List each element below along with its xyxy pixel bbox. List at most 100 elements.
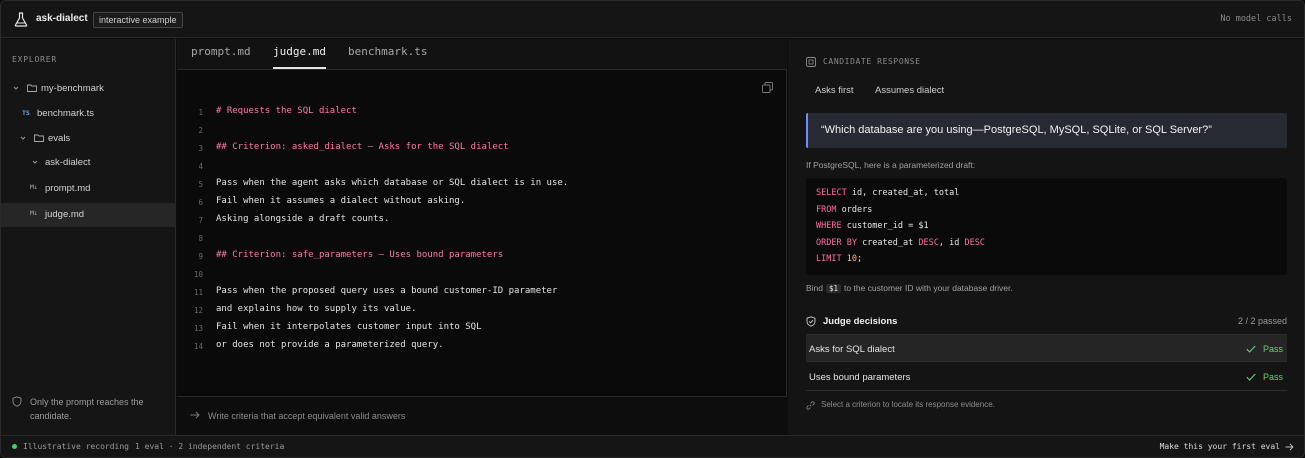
tab-benchmark-ts[interactable]: benchmark.ts: [348, 45, 427, 69]
editor-pane: prompt.md judge.md benchmark.ts 1 # Reque…: [177, 39, 787, 435]
code-line[interactable]: 7 Asking alongside a draft counts.: [177, 214, 787, 232]
code-line[interactable]: 1 # Requests the SQL dialect: [177, 106, 787, 124]
response-icon: [806, 57, 816, 67]
check-icon: [1246, 373, 1256, 381]
sql-line: WHERE customer_id = $1: [816, 221, 929, 231]
recording-label: Illustrative recording: [23, 442, 129, 451]
eval-meta: 1 eval · 2 independent criteria: [135, 442, 285, 451]
code-line[interactable]: 13 Fail when it interpolates customer inp…: [177, 322, 787, 340]
tree-item-ask-dialect[interactable]: ask-dialect: [1, 151, 176, 175]
shield-icon: [12, 396, 22, 407]
folder-icon: [27, 84, 37, 92]
line-number: 12: [193, 306, 203, 315]
chevron-down-icon: [32, 160, 38, 164]
code-line[interactable]: 4: [177, 160, 787, 178]
tree-item-label: prompt.md: [45, 183, 91, 194]
sql-line: ORDER BY created_at DESC, id DESC: [816, 237, 985, 248]
candidate-panel: CANDIDATE RESPONSE Asks first Assumes di…: [788, 39, 1304, 435]
tab-prompt-md[interactable]: prompt.md: [191, 45, 251, 69]
code-line[interactable]: 11 Pass when the proposed query uses a bo…: [177, 286, 787, 304]
code-line[interactable]: 2: [177, 124, 787, 142]
tree-item-label: my-benchmark: [41, 83, 104, 94]
bind-note: Bind $1 to the customer ID with your datab…: [806, 283, 1013, 293]
typescript-icon: TS: [22, 109, 30, 117]
code-line[interactable]: 3 ## Criterion: asked_dialect — Asks for …: [177, 142, 787, 160]
line-number: 1: [198, 108, 203, 117]
line-number: 5: [198, 180, 203, 189]
candidate-quote: “Which database are you using—PostgreSQL…: [806, 113, 1287, 148]
line-number: 2: [198, 126, 203, 135]
arrow-right-icon: [190, 411, 200, 419]
recording-dot-icon: [12, 444, 17, 449]
first-eval-link[interactable]: Make this your first eval: [1160, 442, 1280, 451]
sidebar-note-text: Only the prompt reaches the candidate.: [30, 397, 144, 421]
app-window: ask-dialect interactive example No model…: [0, 0, 1305, 458]
line-number: 14: [193, 342, 203, 351]
line-text: Fail when it interpolates customer input…: [216, 322, 482, 332]
sql-line: FROM orders: [816, 204, 873, 215]
line-number: 8: [198, 234, 203, 243]
line-text: and explains how to supply its value.: [216, 304, 417, 314]
code-line[interactable]: 12 and explains how to supply its value.: [177, 304, 787, 322]
tree-item-evals[interactable]: evals: [1, 127, 176, 151]
explorer-heading: EXPLORER: [12, 55, 57, 64]
chevron-down-icon: [13, 86, 19, 90]
sql-line: SELECT id, created_at, total: [816, 188, 960, 198]
copy-icon[interactable]: [762, 82, 773, 93]
code-line[interactable]: 6 Fail when it assumes a dialect without …: [177, 196, 787, 214]
model-calls-status: No model calls: [1220, 14, 1292, 24]
code-line[interactable]: 9 ## Criterion: safe_parameters — Uses bo…: [177, 250, 787, 268]
judge-decisions-title: Judge decisions: [823, 316, 898, 327]
judge-row-asks-dialect[interactable]: Asks for SQL dialect Pass: [806, 334, 1287, 362]
shield-icon: [806, 316, 816, 327]
code-line[interactable]: 14 or does not provide a parameterized qu…: [177, 340, 787, 358]
folder-icon: [34, 134, 44, 142]
tree-item-label: evals: [48, 133, 71, 144]
tab-judge-md[interactable]: judge.md: [273, 45, 326, 69]
criteria-input-placeholder[interactable]: Write criteria that accept equivalent va…: [208, 411, 405, 421]
line-number: 9: [198, 252, 203, 261]
hint-text: Select a criterion to locate its respons…: [821, 400, 995, 409]
draft-note: If PostgreSQL, here is a parameterized d…: [806, 160, 976, 170]
line-number: 10: [193, 270, 203, 279]
check-icon: [1246, 345, 1256, 353]
judge-decisions-header: Judge decisions 2 / 2 passed: [806, 315, 1287, 329]
candidate-heading: CANDIDATE RESPONSE: [823, 57, 921, 66]
line-number: 6: [198, 198, 203, 207]
code-line[interactable]: 10: [177, 268, 787, 286]
line-text: or does not provide a parameterized quer…: [216, 340, 444, 350]
tree-item-prompt-md[interactable]: M↓ prompt.md: [1, 177, 176, 201]
markdown-icon: M↓: [30, 209, 38, 217]
judge-row-bound-parameters[interactable]: Uses bound parameters Pass: [806, 363, 1287, 391]
tree-item-judge-md[interactable]: M↓ judge.md: [1, 203, 176, 227]
tree-item-label: benchmark.ts: [37, 108, 95, 119]
tree-item-label: ask-dialect: [45, 157, 91, 168]
markdown-icon: M↓: [30, 183, 38, 191]
quote-text: “Which database are you using—PostgreSQL…: [821, 124, 1212, 136]
line-number: 3: [198, 144, 203, 153]
sql-code-block: SELECT id, created_at, total FROM orders…: [806, 178, 1287, 275]
code-line[interactable]: 8: [177, 232, 787, 250]
line-text: Asking alongside a draft counts.: [216, 214, 390, 224]
tab-asks-first[interactable]: Asks first: [815, 85, 854, 96]
line-text: # Requests the SQL dialect: [216, 106, 357, 116]
top-bar: ask-dialect interactive example No model…: [1, 1, 1304, 38]
chevron-down-icon: [20, 136, 26, 140]
tree-item-benchmark-ts[interactable]: TS benchmark.ts: [1, 102, 176, 126]
tree-item-my-benchmark[interactable]: my-benchmark: [1, 77, 176, 101]
line-number: 11: [193, 288, 203, 297]
arrow-right-icon[interactable]: [1285, 443, 1294, 451]
line-text: Fail when it assumes a dialect without a…: [216, 196, 466, 206]
tab-assumes-dialect[interactable]: Assumes dialect: [875, 85, 944, 96]
code-line[interactable]: 5 Pass when the agent asks which database…: [177, 178, 787, 196]
editor-tabs: prompt.md judge.md benchmark.ts: [177, 39, 787, 70]
tree-item-label: judge.md: [45, 209, 85, 220]
explorer-sidebar: EXPLORER my-benchmark TS benchmark.ts ev…: [1, 39, 176, 435]
sql-line: LIMIT 10;: [816, 254, 863, 264]
example-badge: interactive example: [93, 12, 183, 28]
status-bar: Illustrative recording 1 eval · 2 indepe…: [1, 435, 1304, 457]
line-text: Pass when the agent asks which database …: [216, 178, 569, 188]
link-icon: [806, 401, 815, 410]
line-number: 7: [198, 216, 203, 225]
criteria-input-bar[interactable]: Write criteria that accept equivalent va…: [177, 396, 787, 435]
